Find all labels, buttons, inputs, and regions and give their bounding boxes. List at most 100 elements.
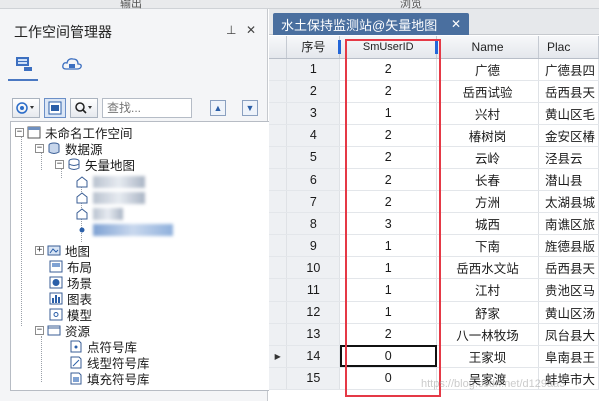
collapse-icon[interactable]: − [35,325,44,335]
tree-node-dataset-3[interactable] [75,206,123,222]
cell-smuserid[interactable]: 2 [339,58,438,81]
cell-place[interactable]: 岳西县天 [538,80,599,103]
cell-name[interactable]: 城西 [436,212,539,236]
collapse-icon[interactable]: − [35,143,44,153]
cell-smuserid[interactable]: 2 [339,124,438,147]
table-row[interactable]: 4 2 椿树岗 金安区椿 [269,124,599,147]
cell-smuserid[interactable]: 2 [339,146,438,169]
cell-name[interactable]: 方洲 [436,190,539,214]
cell-smuserid[interactable]: 1 [339,278,438,302]
cell-seq[interactable]: 9 [286,234,341,258]
header-name[interactable]: Name [436,36,539,59]
search-up-icon[interactable]: ▲ [210,100,226,116]
tab-close-icon[interactable]: ✕ [451,17,461,31]
cell-seq[interactable]: 13 [286,323,341,346]
cell-seq[interactable]: 4 [286,124,341,147]
cell-place[interactable]: 黄山区毛 [538,102,599,125]
cell-smuserid[interactable]: 2 [339,190,438,214]
cell-seq[interactable]: 8 [286,212,341,236]
cell-smuserid[interactable]: 1 [339,256,438,280]
cell-name[interactable]: 江村 [436,278,539,302]
table-row[interactable]: 5 2 云岭 泾县云 [269,146,599,169]
cell-name[interactable]: 云岭 [436,146,539,169]
row-pointer[interactable] [269,367,288,390]
tree-node-dataset-1[interactable] [75,174,145,190]
cloud-storage-icon[interactable] [60,53,84,75]
cell-place[interactable]: 阜南县王 [538,345,599,368]
search-dropdown-button[interactable] [70,98,98,118]
table-row[interactable]: ▶ 14 0 王家坝 阜南县王 [269,345,599,368]
table-row[interactable]: 1 2 广德 广德县四 [269,58,599,81]
cell-place[interactable]: 金安区椿 [538,124,599,147]
collapse-icon[interactable]: − [55,159,64,169]
cell-place[interactable]: 贵池区马 [538,278,599,302]
table-row[interactable]: 8 3 城西 南谯区旅 [269,212,599,236]
cell-seq[interactable]: 12 [286,301,341,324]
workspace-tree-mode-icon[interactable] [12,53,36,75]
search-input[interactable] [102,98,192,118]
table-row[interactable]: 6 2 长春 潜山县 [269,168,599,192]
row-pointer[interactable] [269,102,288,125]
cell-name[interactable]: 椿树岗 [436,124,539,147]
row-pointer[interactable] [269,234,288,258]
cell-smuserid[interactable]: 3 [339,212,438,236]
cell-name[interactable]: 王家坝 [436,345,539,368]
tree-node-dataset-selected[interactable] [75,222,173,238]
cell-place[interactable]: 南谯区旅 [538,212,599,236]
cell-seq[interactable]: 5 [286,146,341,169]
cell-seq[interactable]: 3 [286,102,341,125]
cell-smuserid[interactable]: 2 [339,323,438,346]
table-row[interactable]: 2 2 岳西试验 岳西县天 [269,80,599,103]
cell-smuserid[interactable]: 1 [339,301,438,324]
cell-seq[interactable]: 15 [286,367,341,390]
row-pointer[interactable] [269,278,288,302]
cell-smuserid[interactable]: 2 [339,80,438,103]
collapse-icon[interactable]: − [15,127,24,137]
cell-smuserid[interactable]: 1 [339,102,438,125]
table-row[interactable]: 11 1 江村 贵池区马 [269,278,599,302]
row-pointer[interactable] [269,256,288,280]
cell-place[interactable]: 潜山县 [538,168,599,192]
cell-name[interactable]: 下南 [436,234,539,258]
header-corner[interactable] [269,36,288,59]
table-row[interactable]: 12 1 舒家 黄山区汤 [269,301,599,324]
cell-place[interactable]: 太湖县城 [538,190,599,214]
cell-name[interactable]: 舒家 [436,301,539,324]
cell-seq[interactable]: 6 [286,168,341,192]
pin-icon[interactable]: ⊥ [226,23,236,37]
cell-seq[interactable]: 14 [286,345,341,368]
row-pointer[interactable] [269,58,288,81]
cell-seq[interactable]: 7 [286,190,341,214]
row-pointer[interactable] [269,168,288,192]
cell-place[interactable]: 凤台县大 [538,323,599,346]
table-row[interactable]: 7 2 方洲 太湖县城 [269,190,599,214]
table-row[interactable]: 3 1 兴村 黄山区毛 [269,102,599,125]
header-seq[interactable]: 序号 [286,36,341,59]
cell-name[interactable]: 八一林牧场 [436,323,539,346]
header-smuserid[interactable]: SmUserID [339,36,438,59]
tree-node-vector-map[interactable]: − 矢量地图 [55,156,135,173]
cell-seq[interactable]: 11 [286,278,341,302]
cell-place[interactable]: 泾县云 [538,146,599,169]
table-row[interactable]: 10 1 岳西水文站 岳西县天 [269,256,599,280]
expand-icon[interactable]: + [35,245,44,255]
cell-seq[interactable]: 2 [286,80,341,103]
header-place[interactable]: Plac [538,36,599,59]
cell-smuserid[interactable]: 2 [339,168,438,192]
attribute-table-tab[interactable]: 水土保持监测站@矢量地图 ✕ [273,13,469,35]
cell-place[interactable]: 旌德县版 [538,234,599,258]
row-pointer[interactable] [269,146,288,169]
row-pointer[interactable] [269,301,288,324]
cell-name[interactable]: 兴村 [436,102,539,125]
cell-place[interactable]: 岳西县天 [538,256,599,280]
tree-node-fill-symbols[interactable]: 填充符号库 [69,370,150,387]
row-pointer[interactable]: ▶ [269,345,288,368]
cell-name[interactable]: 长春 [436,168,539,192]
row-pointer[interactable] [269,190,288,214]
table-row[interactable]: 9 1 下南 旌德县版 [269,234,599,258]
view-options-button[interactable] [12,98,40,118]
tree-node-dataset-2[interactable] [75,190,145,206]
cell-smuserid[interactable]: 0 [339,345,438,368]
row-pointer[interactable] [269,80,288,103]
table-row[interactable]: 13 2 八一林牧场 凤台县大 [269,323,599,346]
